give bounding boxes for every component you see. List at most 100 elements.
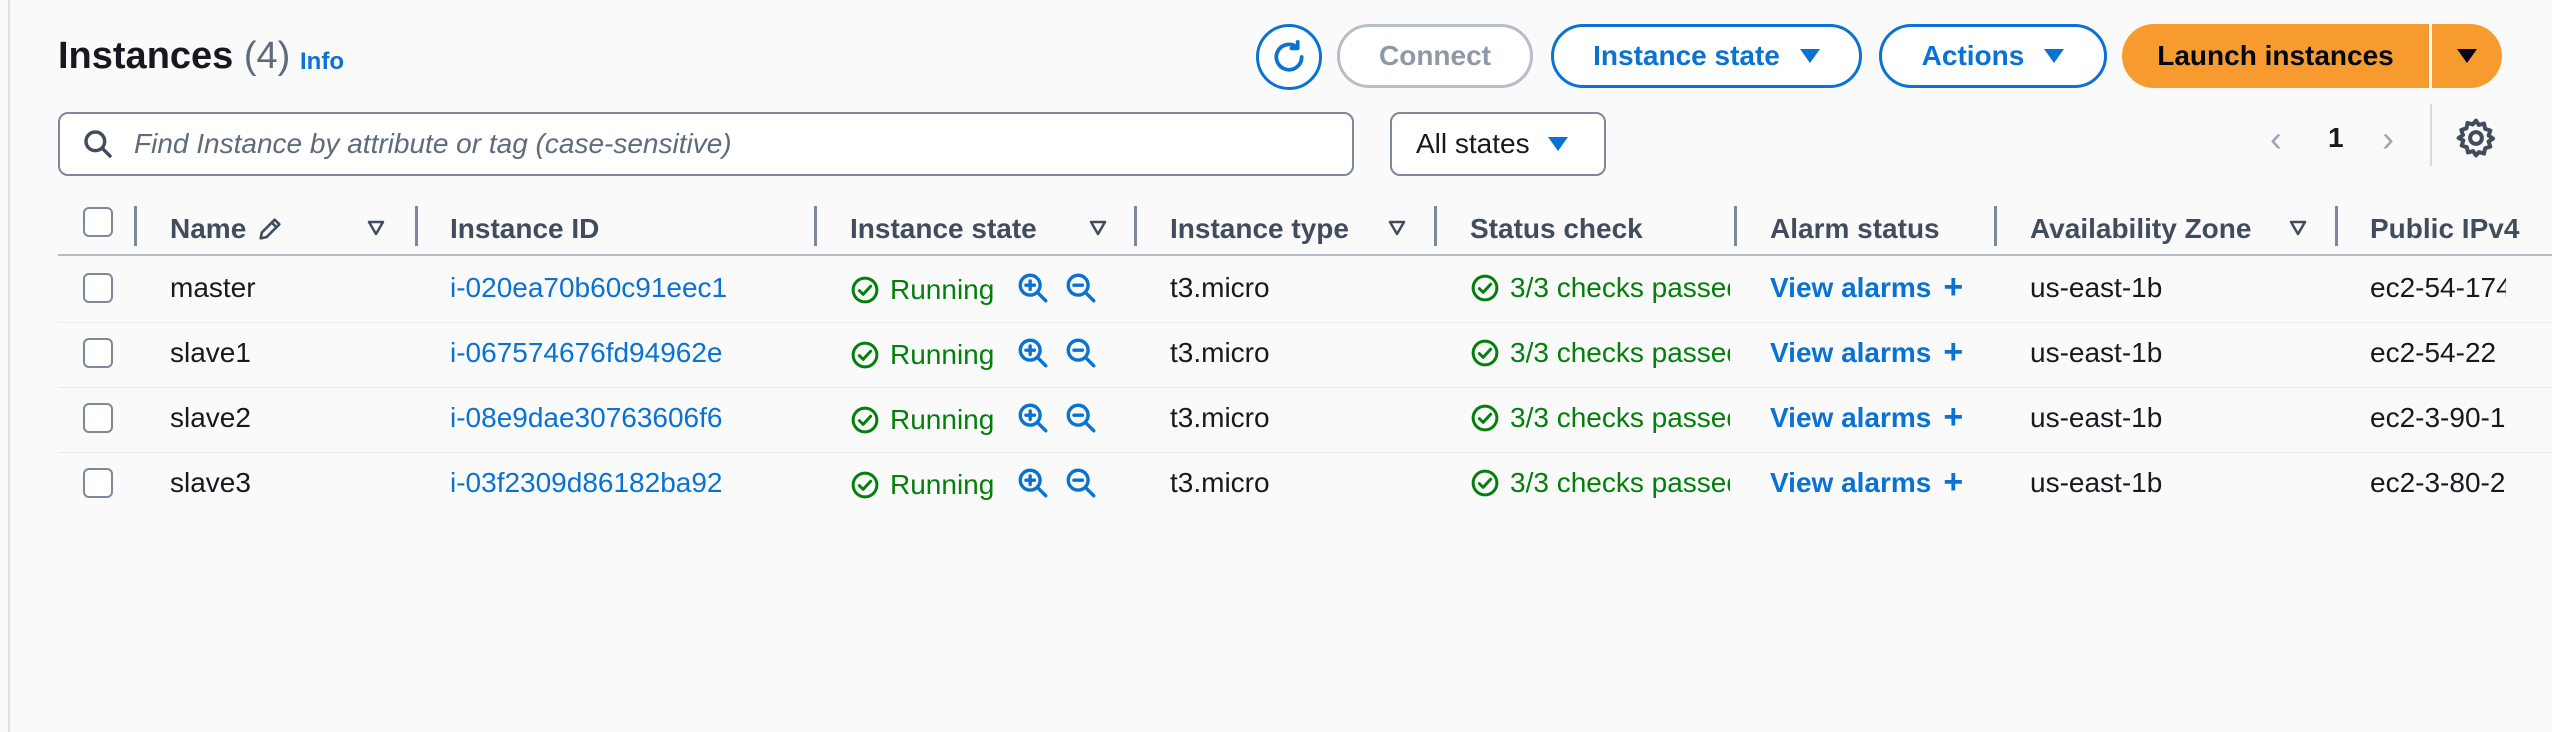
zoom-out-icon[interactable] bbox=[1064, 271, 1098, 305]
caret-down-icon bbox=[2457, 49, 2477, 63]
states-filter-value: All states bbox=[1416, 128, 1530, 159]
row-divider bbox=[58, 322, 2552, 323]
chevron-right-icon[interactable]: › bbox=[2382, 118, 2394, 160]
zoom-out-icon[interactable] bbox=[1064, 336, 1098, 370]
check-circle-icon bbox=[1471, 339, 1499, 366]
instance-state-text: Running bbox=[890, 404, 995, 435]
page-title-text: Instances bbox=[58, 35, 234, 77]
row-checkbox[interactable] bbox=[83, 338, 113, 368]
sort-icon[interactable] bbox=[1088, 218, 1108, 238]
refresh-button[interactable] bbox=[1256, 24, 1322, 90]
view-alarms-label: View alarms bbox=[1770, 337, 1932, 368]
status-check: 3/3 checks passed bbox=[1470, 398, 1730, 438]
instance-name: slave2 bbox=[170, 402, 251, 433]
check-circle-icon bbox=[851, 276, 879, 303]
view-alarms-link[interactable]: View alarms + bbox=[1770, 333, 1963, 373]
check-circle-icon bbox=[1471, 274, 1499, 301]
gear-icon[interactable] bbox=[2454, 116, 2498, 160]
instance-state-text: Running bbox=[890, 274, 995, 305]
column-header-instance-state[interactable]: Instance state bbox=[850, 208, 1037, 250]
view-alarms-label: View alarms bbox=[1770, 272, 1932, 303]
check-circle-icon bbox=[1471, 469, 1499, 496]
zoom-out-icon[interactable] bbox=[1064, 466, 1098, 500]
check-circle-icon bbox=[1471, 404, 1499, 431]
actions-button-label: Actions bbox=[1921, 40, 2025, 71]
instance-id-link[interactable]: i-08e9dae30763606f6 bbox=[450, 398, 722, 438]
row-checkbox[interactable] bbox=[83, 273, 113, 303]
column-separator bbox=[415, 206, 418, 246]
view-alarms-link[interactable]: View alarms + bbox=[1770, 268, 1963, 308]
launch-dropdown-button[interactable] bbox=[2432, 24, 2502, 88]
zoom-in-icon[interactable] bbox=[1016, 466, 1050, 500]
instance-name: master bbox=[170, 272, 256, 303]
public-dns: ec2-3-90-1 bbox=[2370, 402, 2506, 433]
launch-instances-split-button: Launch instances bbox=[2122, 24, 2502, 88]
caret-down-icon bbox=[1547, 137, 1568, 151]
column-separator bbox=[814, 206, 817, 246]
instance-name: slave3 bbox=[170, 467, 251, 498]
zoom-in-icon[interactable] bbox=[1016, 271, 1050, 305]
instance-state-button[interactable]: Instance state bbox=[1551, 24, 1862, 88]
sort-icon[interactable] bbox=[366, 218, 386, 238]
search-input[interactable]: Find Instance by attribute or tag (case-… bbox=[58, 112, 1354, 176]
check-circle-icon bbox=[851, 471, 879, 498]
instance-state-badge: Running bbox=[850, 335, 994, 375]
plus-icon[interactable]: + bbox=[1943, 332, 1963, 372]
status-check: 3/3 checks passed bbox=[1470, 268, 1730, 308]
chevron-left-icon[interactable]: ‹ bbox=[2270, 118, 2282, 160]
availability-zone: us-east-1b bbox=[2030, 272, 2163, 303]
instance-state-badge: Running bbox=[850, 400, 994, 440]
row-checkbox[interactable] bbox=[83, 468, 113, 498]
instance-type: t3.micro bbox=[1170, 467, 1270, 498]
status-check-text: 3/3 checks passed bbox=[1510, 402, 1730, 433]
column-header-alarm-status[interactable]: Alarm status bbox=[1770, 208, 1940, 250]
status-check-text: 3/3 checks passed bbox=[1510, 467, 1730, 498]
availability-zone: us-east-1b bbox=[2030, 467, 2163, 498]
plus-icon[interactable]: + bbox=[1943, 462, 1963, 502]
column-header-instance-type[interactable]: Instance type bbox=[1170, 208, 1349, 250]
column-header-name[interactable]: Name bbox=[170, 208, 284, 250]
instance-count: (4) bbox=[243, 35, 291, 77]
public-dns: ec2-54-174 bbox=[2370, 272, 2506, 303]
column-header-public-ipv4[interactable]: Public IPv4 bbox=[2370, 208, 2552, 250]
plus-icon[interactable]: + bbox=[1943, 397, 1963, 437]
instance-state-button-label: Instance state bbox=[1593, 40, 1780, 71]
info-link[interactable]: Info bbox=[300, 48, 344, 76]
row-divider bbox=[58, 452, 2552, 453]
check-circle-icon bbox=[851, 341, 879, 368]
launch-instances-button[interactable]: Launch instances bbox=[2122, 24, 2429, 88]
view-alarms-label: View alarms bbox=[1770, 402, 1932, 433]
column-separator bbox=[1434, 206, 1437, 246]
zoom-out-icon[interactable] bbox=[1064, 401, 1098, 435]
refresh-icon bbox=[1274, 40, 1304, 72]
row-checkbox[interactable] bbox=[83, 403, 113, 433]
column-separator bbox=[1134, 206, 1137, 246]
plus-icon[interactable]: + bbox=[1943, 267, 1963, 307]
column-header-availability-zone[interactable]: Availability Zone bbox=[2030, 208, 2251, 250]
status-check: 3/3 checks passed bbox=[1470, 463, 1730, 503]
instance-id-link[interactable]: i-03f2309d86182ba92 bbox=[450, 463, 722, 503]
view-alarms-link[interactable]: View alarms + bbox=[1770, 463, 1963, 503]
connect-button[interactable]: Connect bbox=[1337, 24, 1533, 88]
edit-pencil-icon bbox=[259, 218, 281, 240]
select-all-checkbox[interactable] bbox=[83, 207, 113, 237]
view-alarms-link[interactable]: View alarms + bbox=[1770, 398, 1963, 438]
instance-state-text: Running bbox=[890, 469, 995, 500]
sort-icon[interactable] bbox=[2288, 218, 2308, 238]
zoom-in-icon[interactable] bbox=[1016, 401, 1050, 435]
page-number[interactable]: 1 bbox=[2328, 122, 2344, 154]
actions-button[interactable]: Actions bbox=[1879, 24, 2107, 88]
instance-id-link[interactable]: i-067574676fd94962e bbox=[450, 333, 722, 373]
row-divider bbox=[58, 387, 2552, 388]
zoom-in-icon[interactable] bbox=[1016, 336, 1050, 370]
status-check-text: 3/3 checks passed bbox=[1510, 337, 1730, 368]
column-separator bbox=[1734, 206, 1737, 246]
column-header-status-check[interactable]: Status check bbox=[1470, 208, 1643, 250]
column-header-instance-id[interactable]: Instance ID bbox=[450, 208, 599, 250]
instance-state-text: Running bbox=[890, 339, 995, 370]
states-filter-select[interactable]: All states bbox=[1390, 112, 1606, 176]
instance-type: t3.micro bbox=[1170, 337, 1270, 368]
instance-id-link[interactable]: i-020ea70b60c91eec1 bbox=[450, 268, 727, 308]
sort-icon[interactable] bbox=[1387, 218, 1407, 238]
availability-zone: us-east-1b bbox=[2030, 337, 2163, 368]
